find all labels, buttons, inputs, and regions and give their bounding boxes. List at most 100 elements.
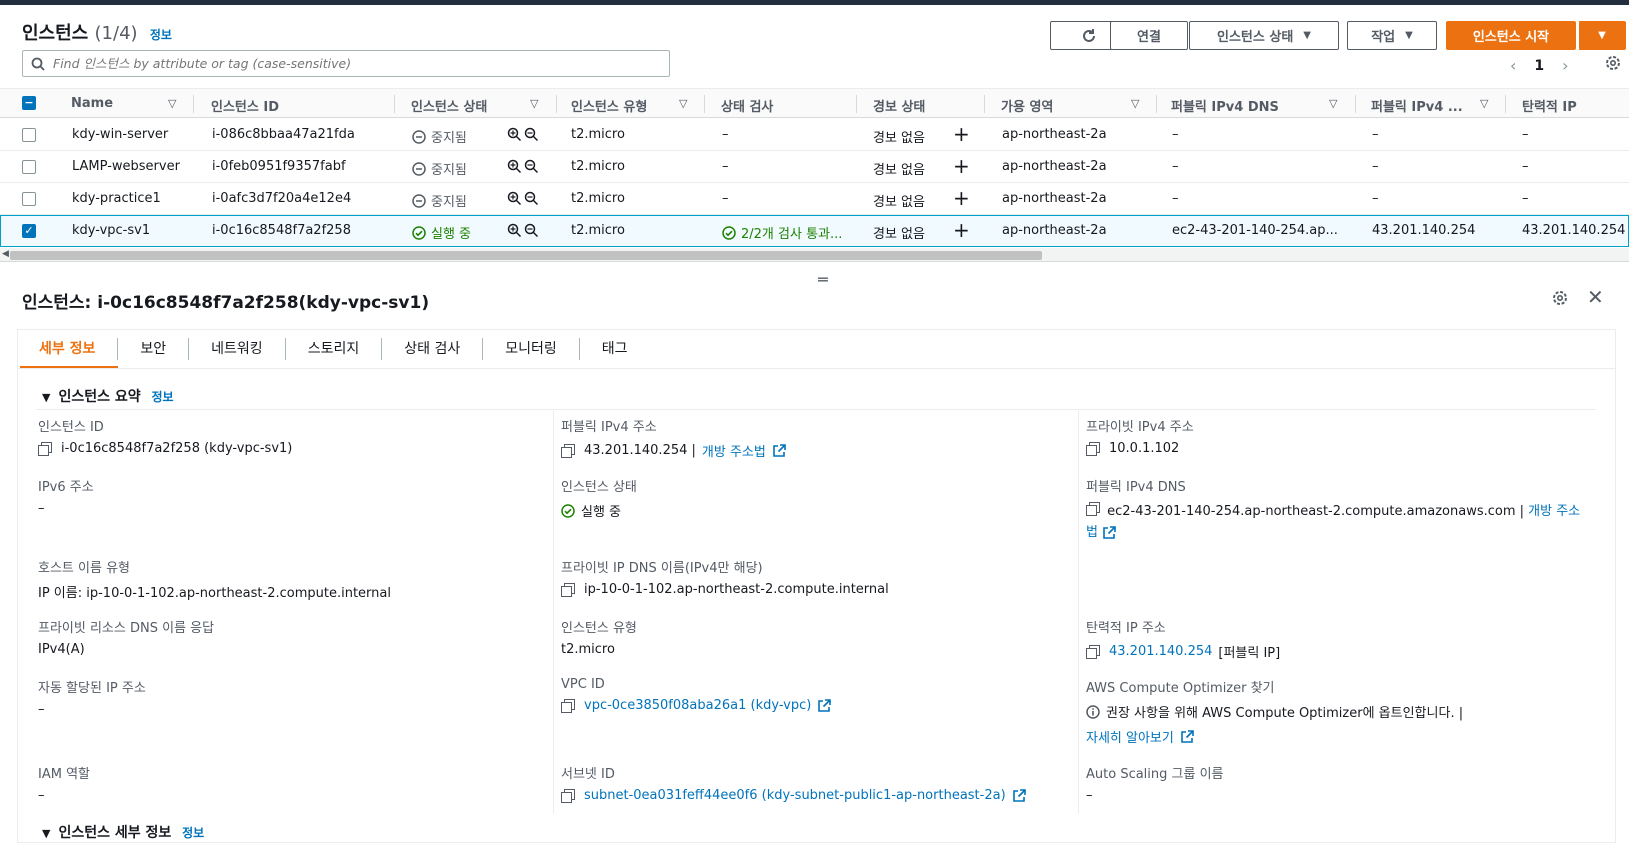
instance-id-link[interactable]: i-0afc3d7f20a4e12e4 xyxy=(212,191,351,206)
instance-type: t2.micro xyxy=(571,223,625,238)
table-row[interactable]: kdy-practice1 i-0afc3d7f20a4e12e4 중지됨 t2… xyxy=(0,183,1629,215)
actions-button[interactable]: 작업 ▼ xyxy=(1347,21,1437,50)
copy-icon[interactable] xyxy=(561,444,575,458)
horizontal-scrollbar[interactable]: ◀ xyxy=(0,248,1629,262)
zoom-in-icon[interactable] xyxy=(507,191,522,206)
row-checkbox[interactable] xyxy=(22,160,36,174)
add-alarm-icon[interactable]: + xyxy=(953,154,970,178)
instance-id-link[interactable]: i-086c8bbaa47a21fda xyxy=(212,127,355,142)
external-link-icon[interactable] xyxy=(1012,788,1026,803)
scrollbar-thumb[interactable] xyxy=(10,251,1042,260)
row-checkbox[interactable] xyxy=(22,192,36,206)
tab-status-checks[interactable]: 상태 검사 xyxy=(382,338,484,360)
launch-dropdown-button[interactable]: ▼ xyxy=(1578,21,1626,50)
column-header-public-dns[interactable]: 퍼블릭 IPv4 DNS xyxy=(1171,96,1279,115)
zoom-in-icon[interactable] xyxy=(507,223,522,238)
gear-icon[interactable] xyxy=(1551,289,1569,307)
close-icon[interactable]: ✕ xyxy=(1587,285,1604,309)
info-link[interactable]: 정보 xyxy=(152,390,174,404)
copy-icon[interactable] xyxy=(38,442,52,456)
row-checkbox[interactable]: ✓ xyxy=(22,224,36,238)
instance-id-link[interactable]: i-0feb0951f9357fabf xyxy=(212,159,346,174)
elastic-ip-link[interactable]: 43.201.140.254 xyxy=(1109,644,1212,659)
prev-page-icon[interactable]: ‹ xyxy=(1510,56,1516,75)
external-link-icon[interactable] xyxy=(1180,729,1194,744)
open-address-link[interactable]: 개방 주소 xyxy=(1528,504,1580,519)
field-private-dns: 프라이빗 IP DNS 이름(IPv4만 해당) ip-10-0-1-102.a… xyxy=(561,561,889,597)
tab-networking[interactable]: 네트워킹 xyxy=(189,338,286,360)
column-header-public-ipv4[interactable]: 퍼블릭 IPv4 ... xyxy=(1371,96,1463,115)
copy-icon[interactable] xyxy=(561,699,575,713)
next-page-icon[interactable]: › xyxy=(1562,56,1568,75)
gear-icon[interactable] xyxy=(1604,54,1622,72)
field-instance-state: 인스턴스 상태 실행 중 xyxy=(561,480,637,520)
column-header-alarm[interactable]: 경보 상태 xyxy=(873,96,925,115)
info-link[interactable]: 정보 xyxy=(182,826,204,840)
sort-icon[interactable]: ▽ xyxy=(530,97,538,110)
scroll-left-icon[interactable]: ◀ xyxy=(2,249,9,259)
sort-icon[interactable]: ▽ xyxy=(168,97,176,110)
subnet-link[interactable]: subnet-0ea031feff44ee0f6 (kdy-subnet-pub… xyxy=(584,788,1006,803)
copy-icon[interactable] xyxy=(1086,442,1100,456)
add-alarm-icon[interactable]: + xyxy=(953,122,970,146)
column-header-type[interactable]: 인스턴스 유형 xyxy=(571,96,647,115)
sort-icon[interactable]: ▽ xyxy=(1131,97,1139,110)
sort-icon[interactable]: ▽ xyxy=(1480,97,1488,110)
field-instance-type: 인스턴스 유형 t2.micro xyxy=(561,621,637,657)
instance-state-button[interactable]: 인스턴스 상태 ▼ xyxy=(1189,21,1339,50)
tab-security[interactable]: 보안 xyxy=(118,338,190,360)
table-row-selected[interactable]: ✓ kdy-vpc-sv1 i-0c16c8548f7a2f258 실행 중 t… xyxy=(0,215,1629,247)
open-address-link[interactable]: 개방 주소법 xyxy=(702,441,766,460)
section-summary-header[interactable]: ▼ 인스턴스 요약 정보 xyxy=(42,386,174,406)
column-header-state[interactable]: 인스턴스 상태 xyxy=(411,96,487,115)
page-number[interactable]: 1 xyxy=(1534,58,1544,74)
external-link-icon[interactable] xyxy=(817,698,832,713)
open-address-link-cont[interactable]: 법 xyxy=(1086,525,1098,540)
column-header-id[interactable]: 인스턴스 ID xyxy=(211,96,279,115)
sort-icon[interactable]: ▽ xyxy=(679,97,687,110)
tab-details[interactable]: 세부 정보 xyxy=(17,338,119,360)
zoom-controls xyxy=(507,127,539,142)
select-all-checkbox[interactable]: − xyxy=(22,96,36,110)
external-link-icon[interactable] xyxy=(1102,525,1116,540)
instance-state: 중지됨 xyxy=(412,127,467,146)
copy-icon[interactable] xyxy=(561,789,575,803)
availability-zone: ap-northeast-2a xyxy=(1002,127,1107,142)
column-header-eip[interactable]: 탄력적 IP xyxy=(1522,96,1577,115)
elastic-ip: – xyxy=(1522,127,1529,142)
copy-icon[interactable] xyxy=(1086,502,1100,516)
zoom-out-icon[interactable] xyxy=(524,191,539,206)
public-dns: – xyxy=(1172,191,1179,206)
tab-tags[interactable]: 태그 xyxy=(580,338,650,360)
resize-handle-icon[interactable]: ═ xyxy=(818,270,828,289)
search-input[interactable] xyxy=(53,56,669,71)
learn-more-link[interactable]: 자세히 알아보기 xyxy=(1086,727,1174,746)
status-check: – xyxy=(722,191,729,206)
tab-monitoring[interactable]: 모니터링 xyxy=(483,338,580,360)
connect-button[interactable]: 연결 xyxy=(1110,21,1188,50)
zoom-out-icon[interactable] xyxy=(524,127,539,142)
column-header-status-check[interactable]: 상태 검사 xyxy=(721,96,773,115)
launch-instance-button[interactable]: 인스턴스 시작 xyxy=(1446,21,1576,50)
copy-icon[interactable] xyxy=(1086,645,1100,659)
sort-icon[interactable]: ▽ xyxy=(1329,97,1337,110)
column-header-name[interactable]: Name xyxy=(71,96,113,111)
zoom-in-icon[interactable] xyxy=(507,159,522,174)
column-header-az[interactable]: 가용 영역 xyxy=(1001,96,1053,115)
vpc-link[interactable]: vpc-0ce3850f08aba26a1 (kdy-vpc) xyxy=(584,698,811,713)
zoom-in-icon[interactable] xyxy=(507,127,522,142)
table-row[interactable]: kdy-win-server i-086c8bbaa47a21fda 중지됨 t… xyxy=(0,119,1629,151)
info-link[interactable]: 정보 xyxy=(150,28,172,42)
search-bar[interactable] xyxy=(22,50,670,77)
tab-storage[interactable]: 스토리지 xyxy=(286,338,383,360)
table-row[interactable]: LAMP-webserver i-0feb0951f9357fabf 중지됨 t… xyxy=(0,151,1629,183)
external-link-icon[interactable] xyxy=(772,443,786,458)
section-details-header[interactable]: ▼ 인스턴스 세부 정보 정보 xyxy=(42,822,204,842)
instance-id-link[interactable]: i-0c16c8548f7a2f258 xyxy=(212,223,351,238)
add-alarm-icon[interactable]: + xyxy=(953,186,970,210)
add-alarm-icon[interactable]: + xyxy=(953,218,970,242)
zoom-out-icon[interactable] xyxy=(524,223,539,238)
row-checkbox[interactable] xyxy=(22,128,36,142)
copy-icon[interactable] xyxy=(561,583,575,597)
zoom-out-icon[interactable] xyxy=(524,159,539,174)
